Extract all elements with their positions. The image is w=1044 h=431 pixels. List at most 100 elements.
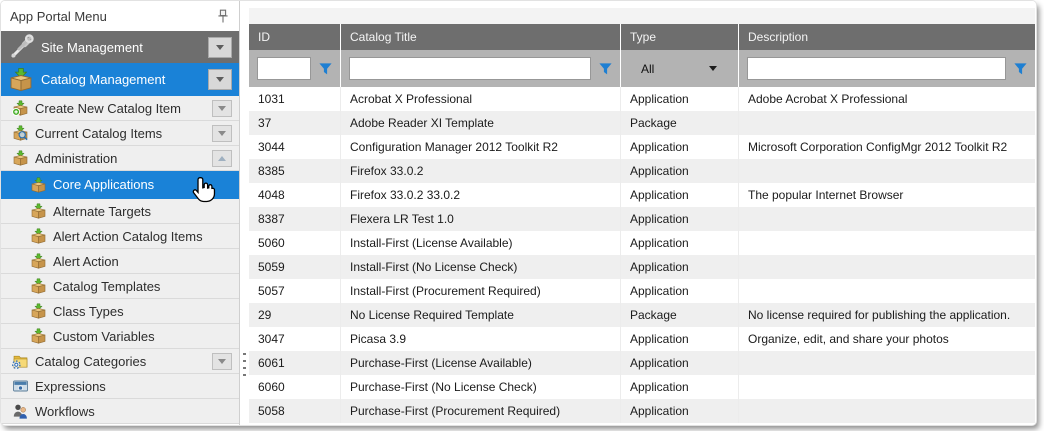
grid-body: 1031Acrobat X ProfessionalApplicationAdo… [248, 87, 1036, 423]
chevron-down-icon [218, 359, 226, 364]
description-filter-input[interactable] [747, 57, 1006, 80]
table-row[interactable]: 3047Picasa 3.9ApplicationOrganize, edit,… [249, 327, 1035, 351]
cell-id: 3044 [249, 135, 341, 159]
expander-button[interactable] [212, 125, 232, 142]
cell-description: Organize, edit, and share your photos [739, 327, 1035, 351]
table-row[interactable]: 3044Configuration Manager 2012 Toolkit R… [249, 135, 1035, 159]
package-icon [30, 177, 47, 193]
cell-title: Firefox 33.0.2 33.0.2 [341, 183, 621, 207]
cell-description [739, 231, 1035, 255]
sidebar-item-alert-action[interactable]: Alert Action [1, 249, 239, 274]
description-filter-cell [739, 50, 1035, 87]
title-filter-input[interactable] [349, 57, 591, 80]
cell-description [739, 279, 1035, 303]
catalog-grid-panel: IDCatalog TitleTypeDescription All [248, 1, 1036, 425]
table-row[interactable]: 37Adobe Reader XI TemplatePackage [249, 111, 1035, 135]
cell-id: 5058 [249, 399, 341, 423]
sidebar-item-catalog-management[interactable]: Catalog Management [1, 63, 239, 96]
package-icon [30, 278, 47, 294]
cell-title: Purchase-First (Procurement Required) [341, 399, 621, 423]
expander-button[interactable] [212, 353, 232, 370]
splitter-grip-icon [243, 353, 246, 380]
sidebar-item-current-catalog-items[interactable]: Current Catalog Items [1, 121, 239, 146]
sidebar-item-label: Core Applications [53, 177, 232, 192]
column-header-type[interactable]: Type [621, 24, 739, 50]
splitter[interactable] [240, 1, 248, 425]
content-frame: App Portal Menu Site Management Catalog M… [1, 1, 1036, 425]
package-icon [30, 328, 47, 344]
sidebar-item-catalog-templates[interactable]: Catalog Templates [1, 274, 239, 299]
chevron-down-icon [218, 106, 226, 111]
cell-type: Application [621, 159, 739, 183]
package-search-icon [12, 125, 29, 141]
table-row[interactable]: 6061Purchase-First (License Available)Ap… [249, 351, 1035, 375]
cell-description [739, 351, 1035, 375]
table-row[interactable]: 5059Install-First (No License Check)Appl… [249, 255, 1035, 279]
cell-title: Firefox 33.0.2 [341, 159, 621, 183]
table-row[interactable]: 5057Install-First (Procurement Required)… [249, 279, 1035, 303]
workflows-icon [12, 403, 29, 419]
sidebar-item-label: Catalog Categories [35, 354, 212, 369]
column-header-id[interactable]: ID [249, 24, 341, 50]
package-icon [6, 67, 36, 92]
column-header-description[interactable]: Description [739, 24, 1035, 50]
sidebar-item-label: Workflows [35, 404, 232, 419]
chevron-down-icon [216, 77, 224, 82]
title-filter-funnel-icon[interactable] [599, 63, 612, 75]
cell-id: 5060 [249, 231, 341, 255]
pin-icon[interactable] [215, 8, 231, 24]
sidebar-item-class-types[interactable]: Class Types [1, 299, 239, 324]
sidebar-item-label: Catalog Management [41, 72, 208, 87]
expander-button[interactable] [212, 150, 232, 167]
sidebar-title-text: App Portal Menu [10, 9, 215, 24]
expander-button[interactable] [208, 69, 232, 90]
tools-icon [6, 34, 36, 60]
cell-type: Application [621, 327, 739, 351]
sidebar-item-create-new-catalog-item[interactable]: Create New Catalog Item [1, 96, 239, 121]
table-row[interactable]: 4048Firefox 33.0.2 33.0.2ApplicationThe … [249, 183, 1035, 207]
sidebar-item-label: Alert Action Catalog Items [53, 229, 232, 244]
expressions-icon [12, 378, 29, 394]
folder-gear-icon [12, 353, 29, 369]
table-row[interactable]: 29No License Required TemplatePackageNo … [249, 303, 1035, 327]
cell-type: Application [621, 183, 739, 207]
cell-title: Purchase-First (License Available) [341, 351, 621, 375]
cell-title: Configuration Manager 2012 Toolkit R2 [341, 135, 621, 159]
package-icon [30, 203, 47, 219]
cell-id: 6060 [249, 375, 341, 399]
cell-id: 29 [249, 303, 341, 327]
id-filter-funnel-icon[interactable] [319, 63, 332, 75]
sidebar-item-alternate-targets[interactable]: Alternate Targets [1, 199, 239, 224]
table-row[interactable]: 5060Install-First (License Available)App… [249, 231, 1035, 255]
table-row[interactable]: 1031Acrobat X ProfessionalApplicationAdo… [249, 87, 1035, 111]
table-row[interactable]: 8385Firefox 33.0.2Application [249, 159, 1035, 183]
sidebar-item-label: Class Types [53, 304, 232, 319]
sidebar-item-label: Current Catalog Items [35, 126, 212, 141]
table-row[interactable]: 5058Purchase-First (Procurement Required… [249, 399, 1035, 423]
cell-description [739, 111, 1035, 135]
sidebar-item-catalog-categories[interactable]: Catalog Categories [1, 349, 239, 374]
type-filter-dropdown[interactable]: All [629, 62, 730, 76]
cell-title: Install-First (Procurement Required) [341, 279, 621, 303]
sidebar-item-custom-variables[interactable]: Custom Variables [1, 324, 239, 349]
id-filter-input[interactable] [257, 57, 311, 80]
sidebar-item-administration[interactable]: Administration [1, 146, 239, 171]
table-row[interactable]: 6060Purchase-First (No License Check)App… [249, 375, 1035, 399]
cell-id: 37 [249, 111, 341, 135]
cell-id: 8387 [249, 207, 341, 231]
sidebar-item-core-applications[interactable]: Core Applications [1, 171, 239, 199]
expander-button[interactable] [208, 37, 232, 58]
cell-title: Install-First (License Available) [341, 231, 621, 255]
sidebar-item-expressions[interactable]: Expressions [1, 374, 239, 399]
sidebar-item-label: Custom Variables [53, 329, 232, 344]
sidebar-item-alert-action-catalog-items[interactable]: Alert Action Catalog Items [1, 224, 239, 249]
app-portal-window: App Portal Menu Site Management Catalog M… [0, 0, 1044, 431]
sidebar-item-site-management[interactable]: Site Management [1, 31, 239, 63]
expander-button[interactable] [212, 100, 232, 117]
sidebar-item-label: Administration [35, 151, 212, 166]
sidebar-item-workflows[interactable]: Workflows [1, 399, 239, 424]
description-filter-funnel-icon[interactable] [1014, 63, 1027, 75]
column-header-catalog-title[interactable]: Catalog Title [341, 24, 621, 50]
table-row[interactable]: 8387Flexera LR Test 1.0Application [249, 207, 1035, 231]
cell-title: Adobe Reader XI Template [341, 111, 621, 135]
